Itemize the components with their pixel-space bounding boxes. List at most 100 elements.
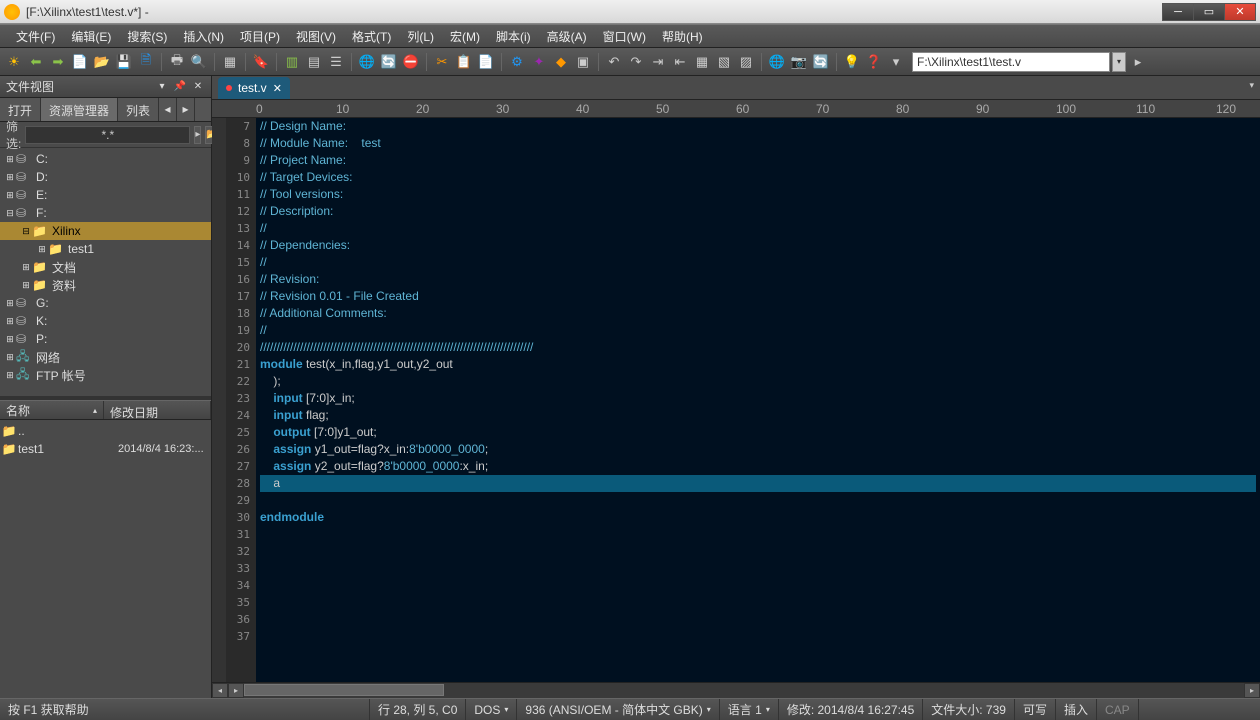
tree-row[interactable]: ⊞⛁C: (0, 150, 211, 168)
menu-item[interactable]: 高级(A) (539, 25, 595, 48)
tab-close-button[interactable]: ✕ (273, 82, 282, 95)
code-line[interactable] (260, 577, 1256, 594)
code-line[interactable]: ////////////////////////////////////////… (260, 339, 1256, 356)
sidebar-tab-arrow[interactable]: ▸ (177, 98, 195, 121)
col-date[interactable]: 修改日期 (104, 401, 211, 419)
tree-row[interactable]: ⊟⛁F: (0, 204, 211, 222)
columns-icon[interactable]: ▥ (282, 52, 302, 72)
status-lang[interactable]: 语言 1▾ (720, 699, 779, 720)
code-line[interactable]: // Dependencies: (260, 237, 1256, 254)
menu-item[interactable]: 格式(T) (344, 25, 399, 48)
filter-go-button[interactable]: ▸ (194, 126, 201, 144)
expander-icon[interactable]: ⊞ (4, 190, 16, 201)
sidebar-tab[interactable]: 列表 (118, 98, 159, 121)
status-ins[interactable]: 插入 (1056, 699, 1097, 720)
tree-row[interactable]: ⊞📁test1 (0, 240, 211, 258)
block3-button[interactable]: ▨ (736, 52, 756, 72)
block-button[interactable]: ▦ (692, 52, 712, 72)
menu-item[interactable]: 宏(M) (442, 25, 488, 48)
code-line[interactable]: module test(x_in,flag,y1_out,y2_out (260, 356, 1256, 373)
tree-row[interactable]: ⊞⛁D: (0, 168, 211, 186)
go-button[interactable]: ▸ (1128, 52, 1148, 72)
menu-item[interactable]: 脚本(i) (488, 25, 539, 48)
expander-icon[interactable]: ⊞ (4, 334, 16, 345)
menu-item[interactable]: 项目(P) (232, 25, 288, 48)
menu-item[interactable]: 列(L) (399, 25, 442, 48)
filelist[interactable]: 📁..📁test12014/8/4 16:23:... (0, 420, 211, 698)
scroll-thumb[interactable] (244, 684, 444, 696)
expander-icon[interactable]: ⊞ (4, 172, 16, 183)
print-button[interactable]: 🖶 (167, 52, 187, 72)
code-line[interactable] (260, 543, 1256, 560)
tree-row[interactable]: ⊞⛁E: (0, 186, 211, 204)
col-name[interactable]: 名称▴ (0, 401, 104, 419)
code-line[interactable]: // Description: (260, 203, 1256, 220)
stop-button[interactable]: ⛔ (401, 52, 421, 72)
expander-icon[interactable]: ⊞ (20, 262, 32, 273)
save-all-button[interactable]: 🗎 (136, 52, 156, 72)
tree-row[interactable]: ⊞🖧FTP 帐号 (0, 366, 211, 384)
code-line[interactable] (260, 628, 1256, 645)
hscrollbar[interactable]: ◂ ▸ ▸ (212, 682, 1260, 698)
code-line[interactable]: // Design Name: (260, 118, 1256, 135)
new-button[interactable]: ☀ (4, 52, 24, 72)
code-line[interactable] (260, 611, 1256, 628)
code-line[interactable]: output [7:0]y1_out; (260, 424, 1256, 441)
block2-button[interactable]: ▧ (714, 52, 734, 72)
copy-button[interactable]: 📋 (454, 52, 474, 72)
code-lines[interactable]: // Design Name:// Module Name: test// Pr… (256, 118, 1260, 682)
menu-item[interactable]: 窗口(W) (595, 25, 654, 48)
open-button[interactable]: 📂 (92, 52, 112, 72)
close-button[interactable]: ✕ (1224, 3, 1256, 21)
code-line[interactable]: // Module Name: test (260, 135, 1256, 152)
sidebar-tab[interactable]: 资源管理器 (41, 98, 118, 121)
code-line[interactable]: // (260, 220, 1256, 237)
globe-button[interactable]: 🌐 (767, 52, 787, 72)
indent-button[interactable]: ⇥ (648, 52, 668, 72)
code-line[interactable]: // Revision: (260, 271, 1256, 288)
code-editor[interactable]: 7891011121314151617181920212223242526272… (212, 118, 1260, 682)
layout-button[interactable]: ▦ (220, 52, 240, 72)
editor-tab[interactable]: test.v ✕ (218, 77, 290, 99)
undo-button[interactable]: ↶ (604, 52, 624, 72)
menu-item[interactable]: 编辑(E) (63, 25, 119, 48)
outdent-button[interactable]: ⇤ (670, 52, 690, 72)
list-button[interactable]: ☰ (326, 52, 346, 72)
new-file-button[interactable]: 📄 (70, 52, 90, 72)
expander-icon[interactable]: ⊞ (4, 154, 16, 165)
expander-icon[interactable]: ⊟ (20, 226, 32, 237)
code-line[interactable]: assign y2_out=flag?8'b0000_0000:x_in; (260, 458, 1256, 475)
tab-menu-button[interactable]: ▾ (1249, 80, 1254, 91)
code-line[interactable]: // Tool versions: (260, 186, 1256, 203)
maximize-button[interactable]: ▭ (1193, 3, 1225, 21)
redo-button[interactable]: ↷ (626, 52, 646, 72)
expander-icon[interactable]: ⊞ (36, 244, 48, 255)
status-codepage[interactable]: 936 (ANSI/OEM - 简体中文 GBK)▾ (517, 699, 719, 720)
menu-item[interactable]: 帮助(H) (654, 25, 711, 48)
status-eol[interactable]: DOS▾ (466, 699, 517, 720)
bookmark-button[interactable]: 🔖 (251, 52, 271, 72)
code-line[interactable]: // Target Devices: (260, 169, 1256, 186)
code-line[interactable] (260, 594, 1256, 611)
code-line[interactable]: ); (260, 373, 1256, 390)
tree-row[interactable]: ⊞🖧网络 (0, 348, 211, 366)
code-line[interactable]: input [7:0]x_in; (260, 390, 1256, 407)
code-line[interactable]: // (260, 254, 1256, 271)
tree-row[interactable]: ⊞📁资料 (0, 276, 211, 294)
code-line[interactable]: a (260, 475, 1256, 492)
panel-menu-button[interactable]: ▾ (155, 80, 169, 94)
expander-icon[interactable]: ⊞ (4, 298, 16, 309)
code-line[interactable] (260, 560, 1256, 577)
forward-button[interactable]: ➡ (48, 52, 68, 72)
menu-item[interactable]: 插入(N) (175, 25, 232, 48)
cut-button[interactable]: ✂ (432, 52, 452, 72)
code-line[interactable]: // Project Name: (260, 152, 1256, 169)
code-line[interactable]: // Revision 0.01 - File Created (260, 288, 1256, 305)
minimize-button[interactable]: ─ (1162, 3, 1194, 21)
code-line[interactable]: // Additional Comments: (260, 305, 1256, 322)
code-line[interactable] (260, 526, 1256, 543)
camera-button[interactable]: 📷 (789, 52, 809, 72)
tool-button[interactable]: ⚙ (507, 52, 527, 72)
expander-icon[interactable]: ⊞ (4, 316, 16, 327)
sidebar-tab-arrow[interactable]: ◂ (159, 98, 177, 121)
